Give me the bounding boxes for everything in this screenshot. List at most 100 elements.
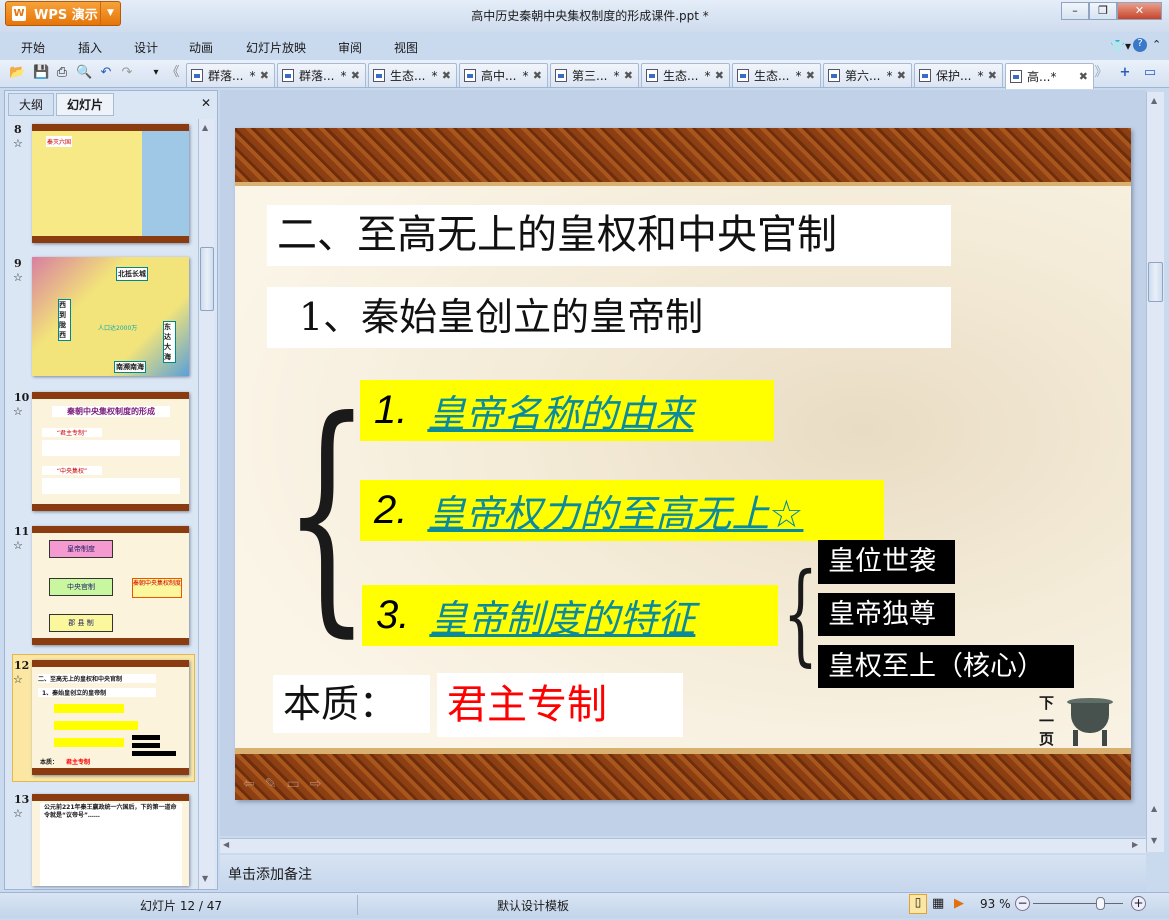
- bronze-ding-icon[interactable]: [1065, 698, 1115, 748]
- menu-home[interactable]: 开始: [21, 39, 45, 56]
- collapse-ribbon-icon[interactable]: ⌃: [1152, 38, 1161, 51]
- point-1[interactable]: 1. 皇帝名称的由来: [360, 380, 774, 441]
- thumbnail-scrollbar[interactable]: ▲ ▼: [198, 119, 214, 889]
- close-tab-icon[interactable]: ✖: [533, 69, 542, 82]
- presentation-file-icon: [646, 69, 658, 82]
- feature-supreme-emperor[interactable]: 皇帝独尊: [818, 593, 955, 636]
- document-tab[interactable]: 高中... * ✖: [459, 63, 548, 87]
- slide-thumbnail-13[interactable]: 公元前221年秦王嬴政统一六国后，下的第一道命令就是“议帝号”……: [32, 794, 189, 886]
- next-slide-icon[interactable]: ▼: [1151, 836, 1157, 845]
- customize-toolbar-icon[interactable]: ▾: [148, 65, 164, 81]
- scroll-tabs-left-icon[interactable]: 《: [165, 65, 181, 81]
- close-tab-icon[interactable]: ✖: [351, 69, 360, 82]
- wps-app-menu-button[interactable]: W WPS 演示 ▼: [5, 1, 121, 26]
- normal-view-icon[interactable]: ▯: [909, 894, 927, 914]
- save-icon[interactable]: 💾: [33, 65, 49, 81]
- menu-animation[interactable]: 动画: [189, 39, 213, 56]
- point-1-link[interactable]: 皇帝名称的由来: [427, 383, 693, 438]
- slide-thumbnail-8[interactable]: 秦灭六国: [32, 124, 189, 243]
- zoom-slider-thumb[interactable]: [1096, 897, 1106, 910]
- animation-star-icon: ☆: [13, 539, 23, 552]
- slide-vertical-scrollbar[interactable]: ▲ ▲ ▼: [1146, 92, 1164, 852]
- print-preview-icon[interactable]: 🔍: [76, 65, 92, 81]
- close-tab-icon[interactable]: ✖: [715, 69, 724, 82]
- scroll-up-icon: ▲: [1151, 96, 1158, 105]
- feature-hereditary[interactable]: 皇位世袭: [818, 540, 955, 584]
- document-tab[interactable]: 第六... * ✖: [823, 63, 912, 87]
- tab-list-icon[interactable]: ▭: [1142, 65, 1158, 81]
- menu-view[interactable]: 视图: [394, 39, 418, 56]
- slide-thumbnail-9[interactable]: 北抵长城 西到陇西 人口达2000万 东达大海 南濒南海: [32, 257, 189, 376]
- horizontal-scrollbar[interactable]: ◀ ▶: [220, 838, 1146, 853]
- chevron-down-icon[interactable]: ▼: [100, 2, 120, 25]
- notes-pane[interactable]: 单击添加备注: [220, 855, 1146, 891]
- point-3[interactable]: 3. 皇帝制度的特征: [362, 585, 778, 646]
- document-tab[interactable]: 生态... * ✖: [641, 63, 730, 87]
- menu-slideshow[interactable]: 幻灯片放映: [246, 39, 306, 56]
- tab-slides[interactable]: 幻灯片: [56, 93, 114, 116]
- document-tab[interactable]: 高...* ✖: [1005, 63, 1094, 89]
- minimize-button[interactable]: –: [1061, 2, 1089, 20]
- menu-design[interactable]: 设计: [134, 39, 158, 56]
- close-tab-icon[interactable]: ✖: [1079, 70, 1088, 83]
- modified-marker: *: [613, 68, 620, 83]
- document-title: 高中历史秦朝中央集权制度的形成课件.ppt *: [471, 9, 709, 23]
- restore-button[interactable]: ❐: [1089, 2, 1117, 20]
- slideshow-nav-icons[interactable]: ⇦✎▭⇨: [243, 776, 331, 792]
- modified-marker: *: [249, 68, 256, 83]
- design-template[interactable]: 默认设计模板: [497, 897, 569, 914]
- zoom-out-button[interactable]: −: [1015, 896, 1030, 911]
- zoom-in-button[interactable]: +: [1131, 896, 1146, 911]
- help-icon[interactable]: ?: [1133, 38, 1147, 52]
- quick-access-and-tabs: 📂 💾 ⎙ 🔍 ↶ ↷ ▾ 《 群落... * ✖ 群落... * ✖ 生态... * ✖ 高中.…: [0, 60, 1169, 89]
- slide-canvas[interactable]: 二、至高无上的皇权和中央官制 1、秦始皇创立的皇帝制 { 1. 皇帝名称的由来 …: [235, 128, 1131, 800]
- slide-subheading[interactable]: 1、秦始皇创立的皇帝制: [267, 287, 951, 348]
- open-icon[interactable]: 📂: [9, 65, 25, 81]
- feature-supreme-power[interactable]: 皇权至上（核心）: [818, 645, 1074, 688]
- slide-thumbnail-10[interactable]: 秦朝中央集权制度的形成 “君主专制” “中央集权”: [32, 392, 189, 511]
- close-tab-icon[interactable]: ✖: [624, 69, 633, 82]
- close-tab-icon[interactable]: ✖: [897, 69, 906, 82]
- menu-review[interactable]: 审阅: [338, 39, 362, 56]
- essence-label[interactable]: 本质：: [273, 675, 430, 733]
- close-tab-icon[interactable]: ✖: [988, 69, 997, 82]
- skin-icon[interactable]: 👕▾: [1110, 39, 1131, 53]
- close-panel-icon[interactable]: ✕: [201, 96, 211, 110]
- document-tab[interactable]: 生态... * ✖: [368, 63, 457, 87]
- tab-label: 保护...: [936, 69, 972, 83]
- tab-outline[interactable]: 大纲: [8, 93, 54, 116]
- animation-star-icon: ☆: [13, 405, 23, 418]
- slideshow-icon[interactable]: ▶: [954, 896, 964, 911]
- document-tab[interactable]: 保护... * ✖: [914, 63, 1003, 87]
- title-bar: W WPS 演示 ▼ 高中历史秦朝中央集权制度的形成课件.ppt * – ❐ ✕: [0, 0, 1169, 32]
- point-2[interactable]: 2. 皇帝权力的至高无上☆: [360, 480, 884, 541]
- previous-slide-icon[interactable]: ▲: [1151, 804, 1157, 813]
- document-tab[interactable]: 群落... * ✖: [186, 63, 275, 87]
- scroll-tabs-right-icon[interactable]: 》: [1093, 65, 1109, 81]
- notes-placeholder[interactable]: 单击添加备注: [228, 864, 312, 884]
- close-tab-icon[interactable]: ✖: [806, 69, 815, 82]
- slide-sorter-icon[interactable]: ▦: [932, 896, 944, 911]
- point-3-link[interactable]: 皇帝制度的特征: [429, 588, 695, 643]
- slide-thumbnail-11[interactable]: 皇帝制度 中央官制 郡 县 制 秦朝中央集权制度: [32, 526, 189, 645]
- zoom-slider-track[interactable]: [1033, 903, 1123, 904]
- next-page-link[interactable]: 下一页: [1039, 694, 1055, 748]
- scroll-thumb[interactable]: [200, 247, 214, 311]
- menu-insert[interactable]: 插入: [78, 39, 102, 56]
- document-tab[interactable]: 生态... * ✖: [732, 63, 821, 87]
- document-tab[interactable]: 第三... * ✖: [550, 63, 639, 87]
- point-2-link[interactable]: 皇帝权力的至高无上☆: [427, 483, 803, 538]
- new-tab-icon[interactable]: +: [1117, 65, 1133, 81]
- redo-icon[interactable]: ↷: [119, 65, 135, 81]
- slide-thumbnail-12[interactable]: 二、至高无上的皇权和中央官制 1、秦始皇创立的皇帝制 本质： 君主专制: [32, 660, 189, 775]
- slide-heading[interactable]: 二、至高无上的皇权和中央官制: [267, 205, 951, 266]
- document-tab[interactable]: 群落... * ✖: [277, 63, 366, 87]
- close-button[interactable]: ✕: [1117, 2, 1162, 20]
- small-brace: {: [783, 549, 818, 677]
- essence-value[interactable]: 君主专制: [437, 673, 683, 737]
- close-tab-icon[interactable]: ✖: [260, 69, 269, 82]
- undo-icon[interactable]: ↶: [98, 65, 114, 81]
- close-tab-icon[interactable]: ✖: [442, 69, 451, 82]
- scroll-thumb[interactable]: [1148, 262, 1163, 302]
- print-icon[interactable]: ⎙: [54, 65, 70, 81]
